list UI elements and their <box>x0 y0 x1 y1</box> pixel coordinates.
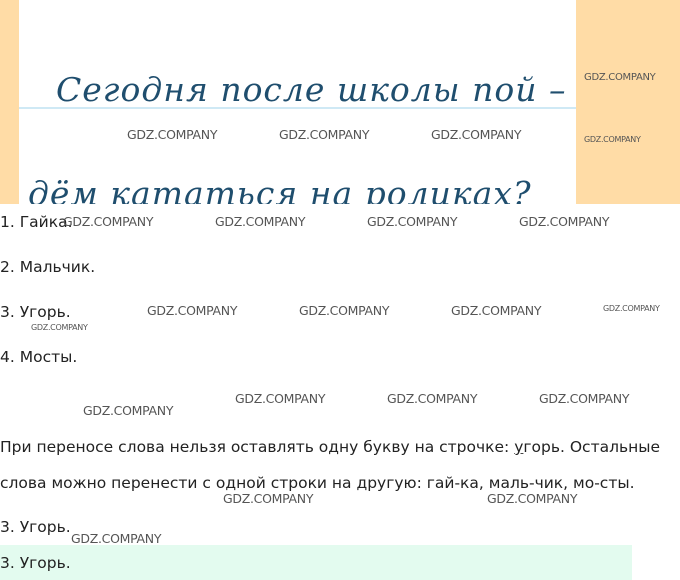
watermark: GDZ.COMPANY <box>603 304 660 313</box>
watermark: GDZ.COMPANY <box>584 72 656 83</box>
explanation-line-2: слова можно перенести с одной строки на … <box>0 474 635 492</box>
watermark: GDZ.COMPANY <box>147 303 238 318</box>
answer-highlight <box>0 545 632 580</box>
explanation-before: При переносе слова нельзя оставлять одну… <box>0 438 515 456</box>
watermark: GDZ.COMPANY <box>367 214 458 229</box>
handwriting-line-1: Сегодня после школы пой – <box>56 70 567 109</box>
page-margin-left <box>0 0 19 204</box>
watermark: GDZ.COMPANY <box>387 391 478 406</box>
watermark: GDZ.COMPANY <box>487 491 578 506</box>
result-answer-highlighted: 3. Угорь. <box>0 554 71 572</box>
explanation-line-1: При переносе слова нельзя оставлять одну… <box>0 437 660 457</box>
handwriting-line-2: дём кататься на роликах? <box>28 174 532 204</box>
watermark: GDZ.COMPANY <box>31 323 88 332</box>
watermark: GDZ.COMPANY <box>223 491 314 506</box>
watermark: GDZ.COMPANY <box>584 135 641 144</box>
page-margin-right <box>576 0 680 204</box>
answer-2: 2. Мальчик. <box>0 258 96 276</box>
answer-3: 3. Угорь. <box>0 303 71 321</box>
watermark: GDZ.COMPANY <box>539 391 630 406</box>
watermark: GDZ.COMPANY <box>451 303 542 318</box>
watermark: GDZ.COMPANY <box>83 403 174 418</box>
watermark: GDZ.COMPANY <box>279 127 370 142</box>
result-answer: 3. Угорь. <box>0 518 71 536</box>
watermark: GDZ.COMPANY <box>431 127 522 142</box>
handwriting-image: Сегодня после школы пой – дём кататься н… <box>0 0 680 204</box>
watermark: GDZ.COMPANY <box>299 303 390 318</box>
watermark: GDZ.COMPANY <box>71 531 162 546</box>
explanation-after: горь. Остальные <box>523 438 661 456</box>
watermark: GDZ.COMPANY <box>63 214 154 229</box>
watermark: GDZ.COMPANY <box>519 214 610 229</box>
answer-4: 4. Мосты. <box>0 348 78 366</box>
watermark: GDZ.COMPANY <box>215 214 306 229</box>
answer-1: 1. Гайка. <box>0 213 73 231</box>
watermark: GDZ.COMPANY <box>235 391 326 406</box>
watermark: GDZ.COMPANY <box>127 127 218 142</box>
